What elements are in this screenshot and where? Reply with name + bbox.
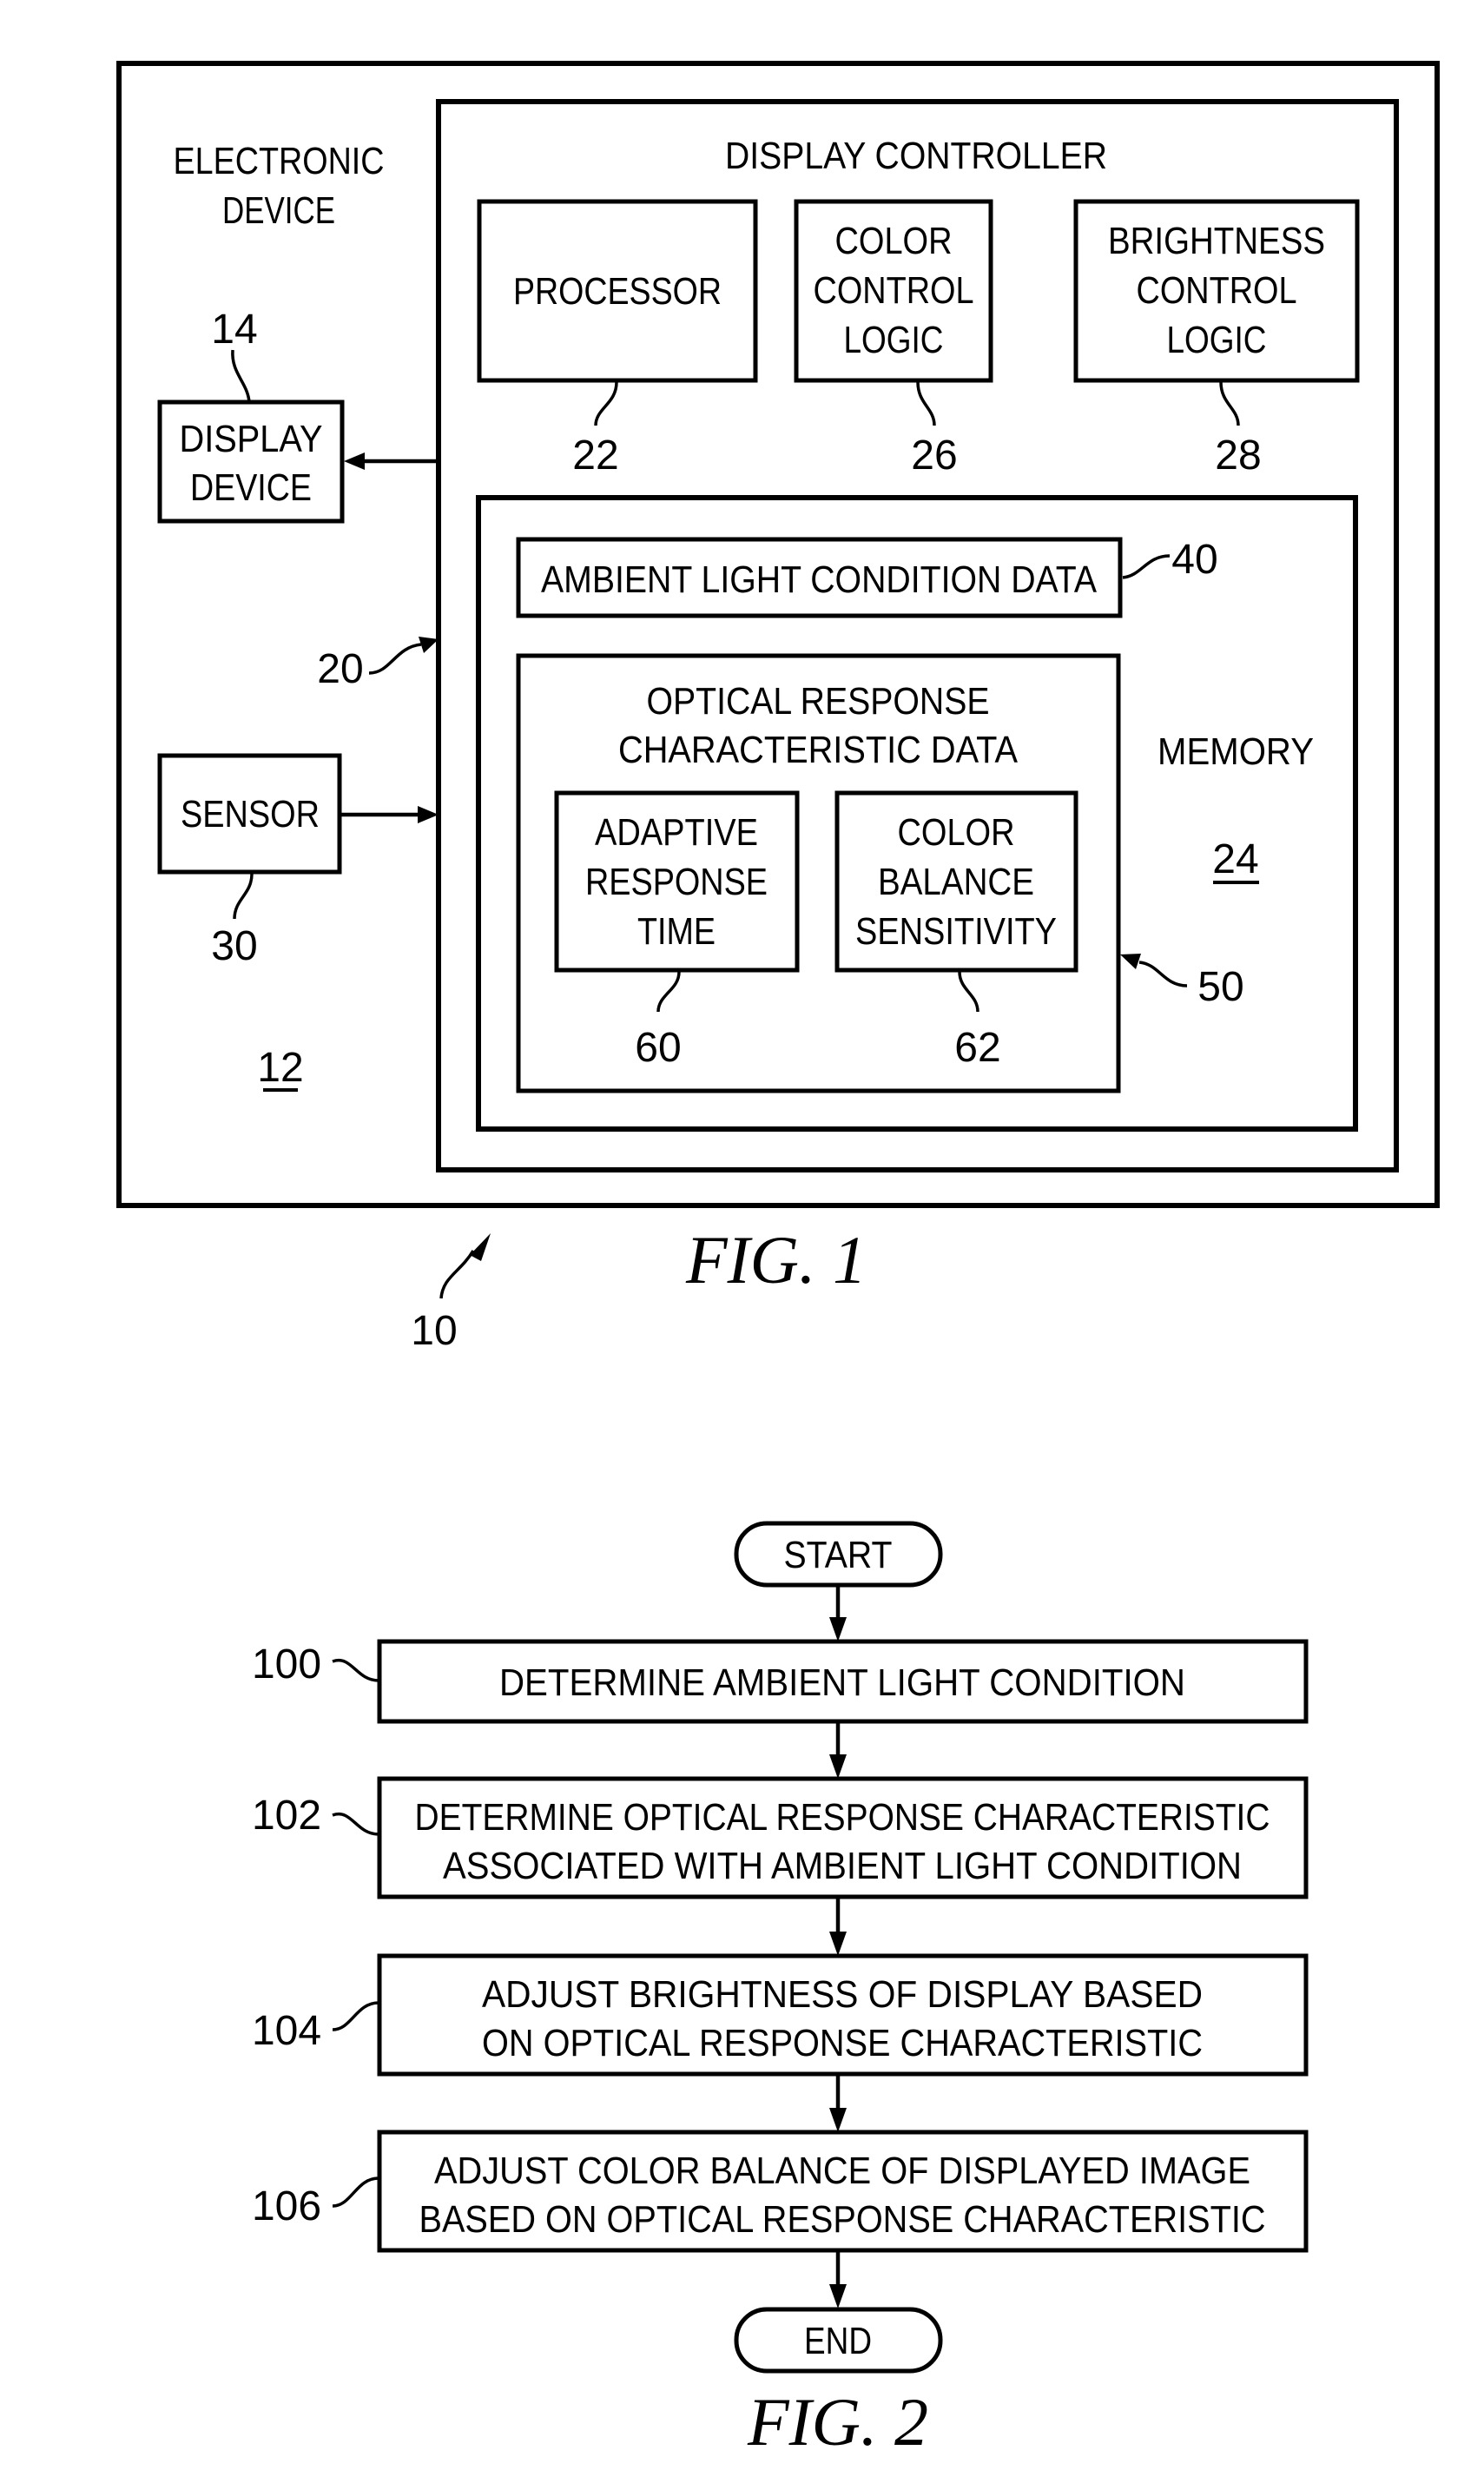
fig2-flowchart: START DETERMINE AMBIENT LIGHT CONDITION …	[252, 1521, 1309, 2460]
color-control-logic-ref: 26	[911, 433, 957, 479]
adaptive-response-time-label-line1: ADAPTIVE	[595, 811, 758, 854]
step-104-leader	[332, 2001, 379, 2031]
flow-step: DETERMINE OPTICAL RESPONSE CHARACTERISTI…	[252, 1776, 1309, 1899]
brightness-control-logic-label-line1: BRIGHTNESS	[1108, 220, 1325, 262]
memory-label: MEMORY	[1158, 730, 1314, 773]
ambient-light-condition-data-label: AMBIENT LIGHT CONDITION DATA	[541, 558, 1098, 601]
display-device-ref: 14	[211, 307, 257, 353]
color-control-logic-label-line2: CONTROL	[814, 269, 974, 312]
memory-ref: 24	[1212, 836, 1258, 882]
adaptive-response-time-label-line3: TIME	[637, 910, 716, 953]
step-100-ref: 100	[252, 1641, 321, 1688]
end-label: END	[804, 2320, 872, 2362]
step-106-leader	[332, 2176, 379, 2208]
processor-ref: 22	[572, 433, 618, 479]
step-104-text-line1: ADJUST BRIGHTNESS OF DISPLAY BASED	[482, 1973, 1203, 2016]
arrow-head-icon	[829, 2108, 847, 2132]
processor-label: PROCESSOR	[513, 270, 722, 313]
adaptive-response-time-label-line2: RESPONSE	[585, 861, 768, 903]
sensor-ref: 30	[211, 923, 257, 969]
flow-step: DETERMINE AMBIENT LIGHT CONDITION 100	[252, 1639, 1309, 1724]
brightness-control-logic-ref: 28	[1215, 433, 1261, 479]
optical-response-characteristic-data-ref: 50	[1197, 964, 1243, 1010]
step-106-text-line1: ADJUST COLOR BALANCE OF DISPLAYED IMAGE	[434, 2150, 1250, 2192]
color-balance-sensitivity-label-line2: BALANCE	[878, 861, 1034, 903]
arrow-head-icon	[829, 1932, 847, 1956]
color-balance-sensitivity-label-line3: SENSITIVITY	[855, 910, 1057, 953]
color-balance-sensitivity-ref: 62	[954, 1025, 1000, 1071]
step-102-text-line1: DETERMINE OPTICAL RESPONSE CHARACTERISTI…	[415, 1796, 1270, 1839]
fig1-block-diagram: ELECTRONIC DEVICE 12 DISPLAY DEVICE 14 S…	[116, 61, 1440, 1354]
arrow-head-icon	[829, 1617, 847, 1641]
color-control-logic-label-line3: LOGIC	[844, 319, 944, 361]
display-device-label-line2: DEVICE	[190, 466, 312, 509]
optical-response-characteristic-data-label-line1: OPTICAL RESPONSE	[647, 680, 990, 723]
color-control-logic-label-line1: COLOR	[835, 220, 953, 262]
display-controller-ref: 20	[317, 646, 363, 692]
sensor-label: SENSOR	[181, 793, 320, 836]
step-106-text-line2: BASED ON OPTICAL RESPONSE CHARACTERISTIC	[419, 2198, 1266, 2241]
brightness-control-logic-label-line3: LOGIC	[1167, 319, 1267, 361]
step-106-ref: 106	[252, 2183, 321, 2229]
display-device-label-line1: DISPLAY	[180, 418, 323, 460]
electronic-device-label-line2: DEVICE	[222, 189, 335, 232]
step-100-leader	[332, 1658, 379, 1682]
color-balance-sensitivity-label-line1: COLOR	[898, 811, 1015, 854]
step-102-ref: 102	[252, 1793, 321, 1839]
electronic-device-label-line1: ELECTRONIC	[174, 140, 385, 182]
step-102-leader	[332, 1812, 379, 1836]
step-100-text-line1: DETERMINE AMBIENT LIGHT CONDITION	[499, 1661, 1185, 1704]
optical-response-characteristic-data-label-line2: CHARACTERISTIC DATA	[618, 729, 1019, 771]
adaptive-response-time-ref: 60	[635, 1025, 681, 1071]
system-ref-leader	[439, 1250, 475, 1299]
display-controller-title: DISPLAY CONTROLLER	[725, 135, 1107, 177]
electronic-device-ref: 12	[257, 1045, 303, 1091]
flow-step: ADJUST COLOR BALANCE OF DISPLAYED IMAGE …	[252, 2130, 1309, 2253]
step-104-text-line2: ON OPTICAL RESPONSE CHARACTERISTIC	[482, 2022, 1203, 2064]
arrow-head-icon	[470, 1233, 491, 1261]
ambient-light-condition-data-ref: 40	[1171, 537, 1217, 583]
step-102-text-line2: ASSOCIATED WITH AMBIENT LIGHT CONDITION	[443, 1845, 1242, 1887]
arrow-head-icon	[829, 1754, 847, 1779]
flow-step: ADJUST BRIGHTNESS OF DISPLAY BASED ON OP…	[252, 1953, 1309, 2077]
patent-drawing-sheet: ELECTRONIC DEVICE 12 DISPLAY DEVICE 14 S…	[116, 61, 1440, 2460]
fig1-caption: FIG. 1	[685, 1222, 867, 1298]
step-104-ref: 104	[252, 2008, 321, 2054]
system-ref: 10	[411, 1308, 457, 1354]
start-label: START	[784, 1534, 893, 1576]
arrow-head-icon	[829, 2284, 847, 2308]
brightness-control-logic-label-line2: CONTROL	[1137, 269, 1297, 312]
fig2-caption: FIG. 2	[747, 2384, 928, 2460]
